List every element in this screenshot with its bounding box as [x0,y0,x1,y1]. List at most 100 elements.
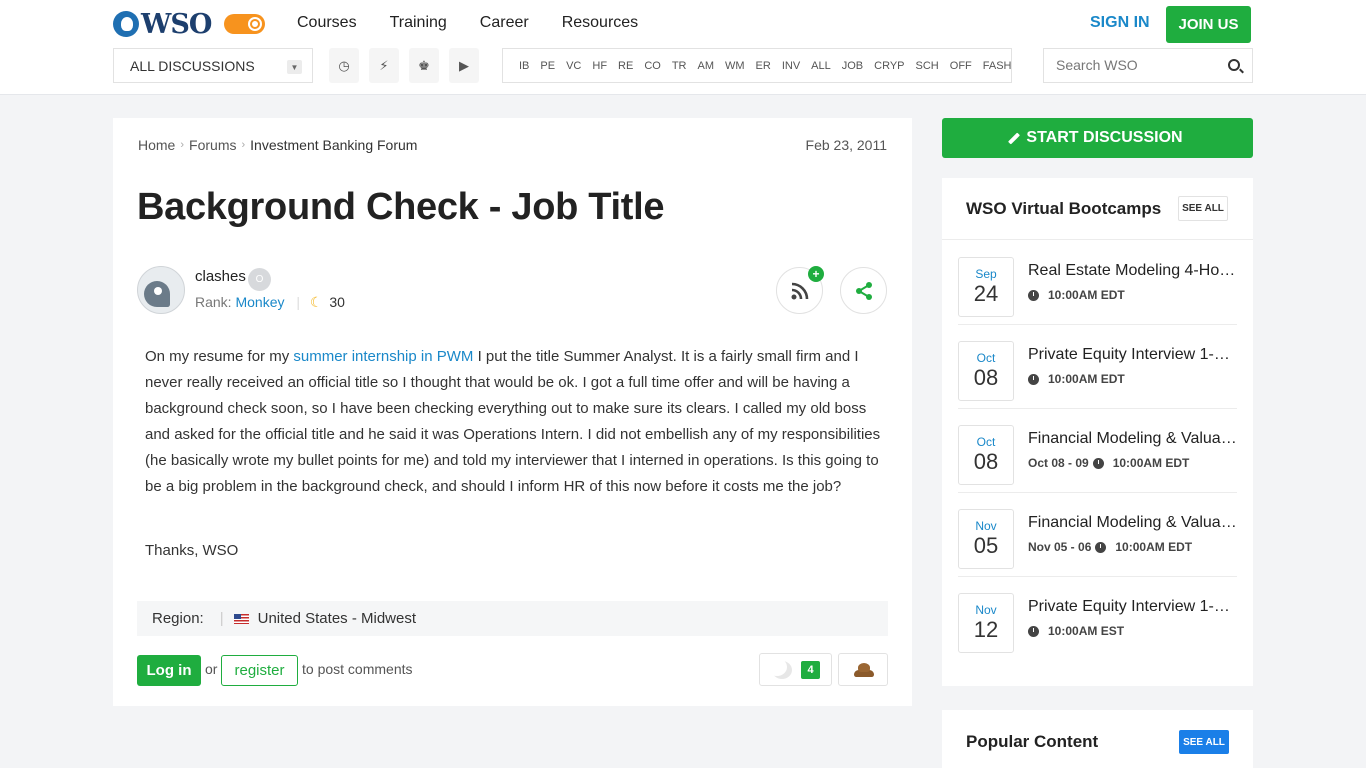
downvote-button[interactable] [838,653,888,686]
author-name[interactable]: clashes [195,268,246,285]
rss-icon [791,282,808,299]
post-card: Home › Forums › Investment Banking Forum… [113,118,912,706]
event-month: Nov [975,603,997,617]
tag-tr[interactable]: TR [672,60,687,72]
event-time: 10:00AM EDT [1112,456,1190,470]
forum-tag-bar: IB PE VC HF RE CO TR AM WM ER INV ALL JO… [502,48,1012,83]
start-discussion-button[interactable]: START DISCUSSION [942,118,1253,158]
popular-see-all-button[interactable]: SEE ALL [1179,730,1229,754]
region-divider: | [219,610,224,627]
event-date: Oct 08 [958,425,1014,485]
event-month: Oct [976,351,996,365]
post-comments-text: to post comments [302,661,413,677]
event-item[interactable]: Oct 08 Private Equity Interview 1-Day Bo… [958,324,1240,409]
event-item[interactable]: Sep 24 Real Estate Modeling 4-Hour Bootc… [958,240,1240,325]
tag-fash[interactable]: FASH [983,60,1012,72]
event-meta: Nov 05 - 06 10:00AM EDT [1028,540,1192,554]
recent-filter-button[interactable]: ◷ [329,48,359,83]
event-dates: Nov 05 - 06 [1028,540,1092,554]
bootcamps-see-all-button[interactable]: SEE ALL [1178,196,1228,221]
chevron-right-icon: › [180,139,185,151]
discussion-filter-select[interactable]: ALL DISCUSSIONS ▼ [113,48,313,83]
join-us-button[interactable]: JOIN US [1166,6,1251,43]
clock-icon [1028,625,1039,637]
chevron-right-icon: › [241,139,246,151]
banana-icon [772,661,792,679]
nav-resources[interactable]: Resources [562,14,638,32]
upvote-count: 4 [801,661,820,679]
event-date: Nov 05 [958,509,1014,569]
tag-wm[interactable]: WM [725,60,745,72]
nav-courses[interactable]: Courses [297,14,357,32]
event-title[interactable]: Financial Modeling & Valuation 2-Day Boo… [1028,514,1240,532]
event-date: Nov 12 [958,593,1014,653]
tag-all[interactable]: ALL [811,60,831,72]
tag-sch[interactable]: SCH [916,60,939,72]
event-title[interactable]: Private Equity Interview 1-Day Bootcamp [1028,346,1240,364]
event-month: Nov [975,519,997,533]
video-filter-button[interactable]: ▶ [449,48,479,83]
register-button[interactable]: register [221,655,298,686]
sign-in-link[interactable]: SIGN IN [1090,14,1150,32]
event-time: 10:00AM EDT [1048,288,1125,302]
avatar[interactable] [137,266,185,314]
sun-icon [248,17,262,31]
search-input[interactable] [1056,57,1226,73]
post-signoff: Thanks, WSO [145,542,239,559]
share-icon [855,281,872,300]
event-time: 10:00AM EDT [1048,372,1125,386]
tag-am[interactable]: AM [698,60,715,72]
rank-value[interactable]: Monkey [235,294,284,310]
tag-hf[interactable]: HF [592,60,607,72]
plus-icon: + [808,266,824,282]
clock-icon: ◷ [338,57,350,73]
top-filter-button[interactable]: ♚ [409,48,439,83]
wso-logo[interactable]: WSO [113,9,212,40]
event-time: 10:00AM EDT [1115,540,1193,554]
follow-rss-button[interactable]: + [776,266,824,314]
breadcrumb-forums[interactable]: Forums [189,137,236,153]
share-button[interactable] [840,267,887,314]
pencil-icon [1008,131,1021,145]
breadcrumb-current[interactable]: Investment Banking Forum [250,137,417,153]
event-title[interactable]: Private Equity Interview 1-Day Bootcamp [1028,598,1240,616]
event-day: 05 [973,533,999,558]
banana-icon: ☾ [309,294,323,310]
tag-ib[interactable]: IB [519,60,529,72]
event-item[interactable]: Nov 05 Financial Modeling & Valuation 2-… [958,492,1240,577]
event-day: 08 [973,449,999,474]
event-day: 12 [973,617,999,642]
login-button[interactable]: Log in [137,655,201,686]
post-body-start: On my resume for my [145,348,294,365]
internship-link[interactable]: summer internship in PWM [293,348,473,365]
tag-job[interactable]: JOB [842,60,863,72]
clock-icon [1092,457,1104,469]
event-item[interactable]: Oct 08 Financial Modeling & Valuation 2-… [958,408,1240,493]
theme-toggle[interactable] [224,14,265,34]
nav-career[interactable]: Career [480,14,529,32]
trending-filter-button[interactable]: ⚡︎ [369,48,399,83]
post-body-rest: I put the title Summer Analyst. It is a … [145,348,881,495]
tag-off[interactable]: OFF [950,60,972,72]
event-title[interactable]: Real Estate Modeling 4-Hour Bootcamp [1028,262,1240,280]
clock-icon [1028,373,1039,385]
tag-re[interactable]: RE [618,60,633,72]
site-header: WSO Courses Training Career Resources SI… [0,0,1366,95]
event-title[interactable]: Financial Modeling & Valuation 2-Day Boo… [1028,430,1240,448]
post-date: Feb 23, 2011 [805,137,887,153]
tag-pe[interactable]: PE [540,60,555,72]
region-bar: Region: | United States - Midwest [137,601,888,636]
breadcrumb-home[interactable]: Home [138,137,175,153]
event-date: Oct 08 [958,341,1014,401]
region-value[interactable]: United States - Midwest [258,610,416,627]
tag-vc[interactable]: VC [566,60,581,72]
page-title: Background Check - Job Title [137,186,665,228]
tag-co[interactable]: CO [644,60,661,72]
banana-upvote-button[interactable]: 4 [759,653,832,686]
search-icon[interactable] [1228,59,1240,71]
tag-cryp[interactable]: CRYP [874,60,904,72]
tag-er[interactable]: ER [756,60,771,72]
event-item[interactable]: Nov 12 Private Equity Interview 1-Day Bo… [958,576,1240,660]
tag-inv[interactable]: INV [782,60,800,72]
nav-training[interactable]: Training [390,14,447,32]
